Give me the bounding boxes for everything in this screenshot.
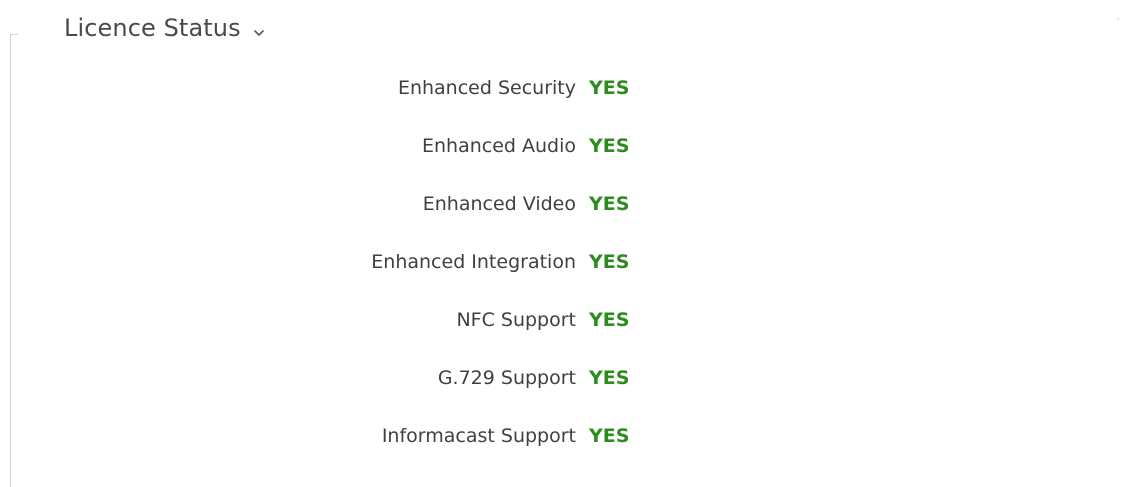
licence-status-section: Licence Status Enhanced Security YES Enh…	[0, 0, 1133, 487]
section-title: Licence Status	[64, 14, 241, 42]
licence-label: Informacast Support	[381, 425, 576, 447]
licence-value: YES	[589, 309, 630, 331]
licence-row-enhanced-security: Enhanced Security YES	[0, 70, 1133, 128]
licence-row-enhanced-integration: Enhanced Integration YES	[0, 244, 1133, 302]
licence-value: YES	[589, 193, 630, 215]
licence-value: YES	[589, 251, 630, 273]
licence-label: Enhanced Video	[422, 193, 576, 215]
licence-row-enhanced-video: Enhanced Video YES	[0, 186, 1133, 244]
licence-value: YES	[589, 77, 630, 99]
corner-dot	[1117, 18, 1119, 20]
licence-row-enhanced-audio: Enhanced Audio YES	[0, 128, 1133, 186]
licence-label: Enhanced Security	[397, 77, 576, 99]
licence-status-list: Enhanced Security YES Enhanced Audio YES…	[0, 70, 1133, 476]
licence-label: NFC Support	[456, 309, 576, 331]
licence-value: YES	[589, 425, 630, 447]
licence-row-g729-support: G.729 Support YES	[0, 360, 1133, 418]
licence-row-nfc-support: NFC Support YES	[0, 302, 1133, 360]
licence-row-informacast-support: Informacast Support YES	[0, 418, 1133, 476]
licence-label: G.729 Support	[437, 367, 576, 389]
section-header-toggle[interactable]: Licence Status	[64, 14, 265, 42]
section-bracket-top	[10, 34, 18, 35]
chevron-down-icon[interactable]	[253, 24, 265, 36]
licence-value: YES	[589, 367, 630, 389]
licence-value: YES	[589, 135, 630, 157]
licence-label: Enhanced Audio	[421, 135, 576, 157]
licence-label: Enhanced Integration	[371, 251, 576, 273]
